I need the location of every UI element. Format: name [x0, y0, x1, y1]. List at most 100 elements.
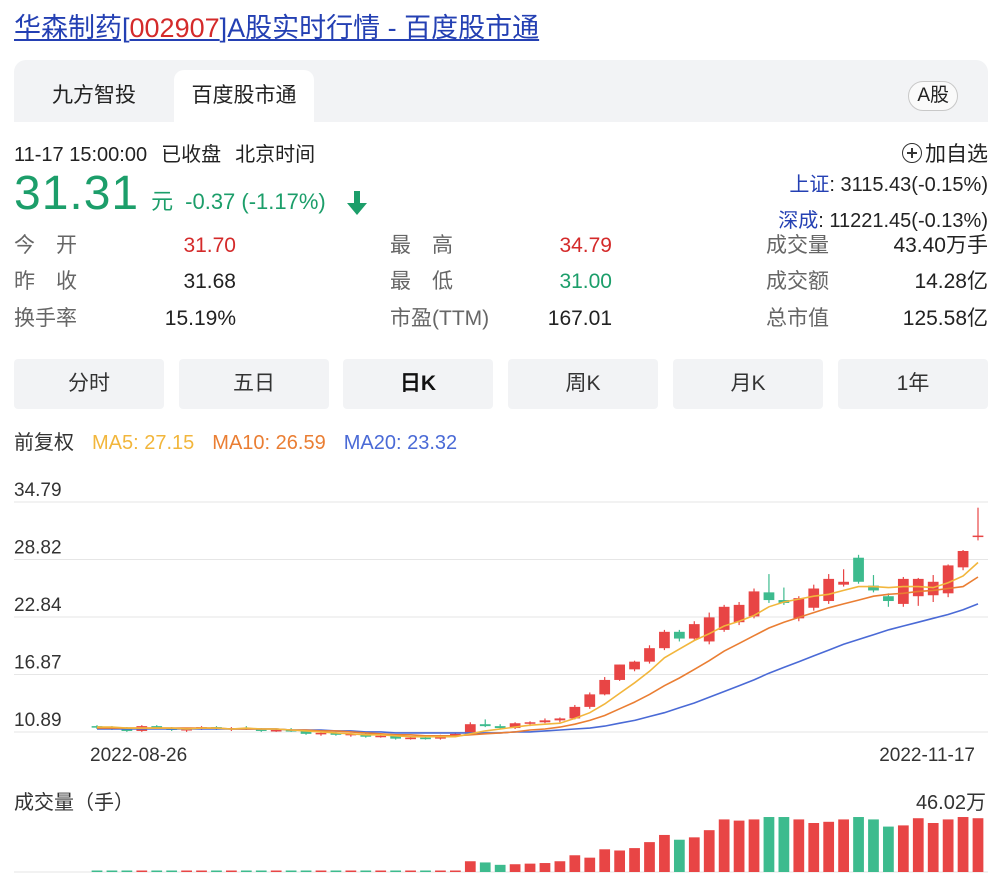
volume-bar	[673, 839, 685, 872]
add-favorite-label: 加自选	[925, 143, 988, 166]
amount-value: 14.28亿	[914, 270, 988, 293]
ma5-line	[97, 561, 979, 738]
volume-bar	[957, 817, 969, 872]
period-monthly-k[interactable]: 月K	[673, 359, 823, 409]
volume-bar	[763, 817, 775, 872]
adjust-mode[interactable]: 前复权	[14, 432, 74, 454]
candle-body	[897, 578, 909, 604]
page-title[interactable]: 华森制药[002907]A股实时行情 - 百度股市通	[14, 10, 539, 46]
y-tick-label: 16.87	[14, 652, 62, 673]
volume-bar	[151, 870, 163, 872]
volume-bar	[375, 870, 387, 872]
candle-body	[853, 557, 864, 582]
period-one-year[interactable]: 1年	[838, 359, 988, 409]
index-shenzhen[interactable]: 深成: 11221.45(-0.13%)	[778, 204, 988, 233]
volume-bar	[494, 864, 506, 872]
candle-body	[808, 588, 820, 608]
volume-bar	[449, 870, 461, 872]
period-daily-k[interactable]: 日K	[343, 359, 493, 409]
low-label: 最 低	[390, 270, 453, 293]
ma20-legend: MA20: 23.32	[343, 432, 458, 454]
volume-bar	[778, 817, 790, 872]
low-value: 31.00	[559, 270, 612, 293]
volume-bar	[748, 819, 760, 872]
candle-body	[838, 581, 849, 585]
candle-body	[763, 592, 775, 601]
volume-value: 43.40万手	[893, 234, 988, 257]
volume-max-label: 46.02万	[915, 792, 986, 814]
index-name: 深成	[778, 210, 819, 232]
open-label: 今 开	[14, 234, 77, 257]
volume-bar	[808, 822, 820, 872]
period-selector: 分时 五日 日K 周K 月K 1年	[14, 359, 988, 409]
tab-baidu-stock[interactable]: 百度股市通	[174, 70, 314, 122]
index-name: 上证	[789, 174, 830, 196]
volume-bar	[211, 870, 222, 872]
y-tick-label: 22.84	[14, 595, 62, 616]
volume-bar	[688, 837, 700, 872]
volume-bar	[718, 819, 730, 872]
current-price: 31.31	[14, 167, 140, 220]
volume-bar	[479, 862, 491, 872]
turnover-label: 换手率	[14, 307, 77, 330]
candle-body	[375, 735, 387, 738]
index-value: : 11221.45(-0.13%)	[818, 210, 988, 232]
candle-body	[270, 729, 282, 732]
volume-bar	[659, 834, 670, 872]
candle-body	[793, 598, 805, 619]
tab-jiufang[interactable]: 九方智投	[14, 70, 174, 122]
amount-label: 成交额	[766, 270, 829, 293]
high-label: 最 高	[390, 234, 453, 257]
volume-bar	[240, 870, 252, 872]
volume-bar	[300, 870, 312, 872]
volume-bar	[524, 863, 536, 872]
volume-bar	[330, 870, 342, 872]
volume-bar	[883, 826, 894, 872]
candle-body	[703, 617, 715, 642]
volume-bar	[644, 842, 655, 872]
y-tick-label: 34.79	[14, 480, 62, 501]
volume-bar	[166, 870, 178, 872]
period-five-day[interactable]: 五日	[179, 359, 329, 409]
volume-bar	[315, 870, 327, 872]
volume-chart-title: 成交量（手）	[14, 792, 134, 814]
volume-bar	[226, 870, 237, 872]
period-weekly-k[interactable]: 周K	[508, 359, 658, 409]
volume-bar	[823, 821, 835, 872]
add-favorite-button[interactable]: 加自选	[902, 138, 988, 168]
down-arrow-icon	[347, 191, 367, 215]
volume-bar	[838, 819, 849, 872]
volume-bar	[569, 855, 581, 872]
candle-body	[315, 732, 327, 735]
candle-body	[524, 722, 536, 724]
ma-legend: 前复权 MA5: 27.15 MA10: 26.59 MA20: 23.32	[14, 426, 475, 455]
candle-body	[599, 679, 611, 695]
period-intraday[interactable]: 分时	[14, 359, 164, 409]
time-zone: 北京时间	[235, 144, 316, 166]
x-tick-label: 2022-11-17	[879, 745, 975, 766]
index-shanghai[interactable]: 上证: 3115.43(-0.15%)	[789, 168, 988, 197]
candle-body	[883, 596, 894, 602]
ma20-line	[97, 603, 979, 734]
open-value: 31.70	[183, 234, 236, 257]
volume-bar	[793, 819, 805, 872]
ma10-line	[97, 576, 979, 737]
y-tick-label: 10.89	[14, 710, 62, 731]
volume-bar	[405, 870, 416, 872]
volume-bar	[390, 870, 402, 872]
candle-body	[479, 724, 491, 727]
volume-bar	[121, 870, 133, 872]
volume-bar	[599, 849, 611, 872]
y-tick-label: 28.82	[14, 537, 62, 558]
volume-bar	[106, 870, 118, 872]
volume-bar	[733, 820, 745, 872]
candle-body	[673, 631, 685, 639]
index-value: : 3115.43(-0.15%)	[829, 174, 988, 196]
candle-body	[644, 648, 655, 662]
source-tabbar: 九方智投 百度股市通 A股	[14, 60, 988, 122]
trade-status: 11-17 15:00:00 已收盘 北京时间	[14, 138, 329, 167]
volume-bar	[435, 870, 446, 872]
kline-chart[interactable]: 34.79 28.82 22.84 16.87 10.89 2022-08-26 2022-…	[0, 462, 1000, 882]
prev-close-label: 昨 收	[14, 270, 77, 293]
title-name: 华森制药[	[14, 13, 130, 43]
